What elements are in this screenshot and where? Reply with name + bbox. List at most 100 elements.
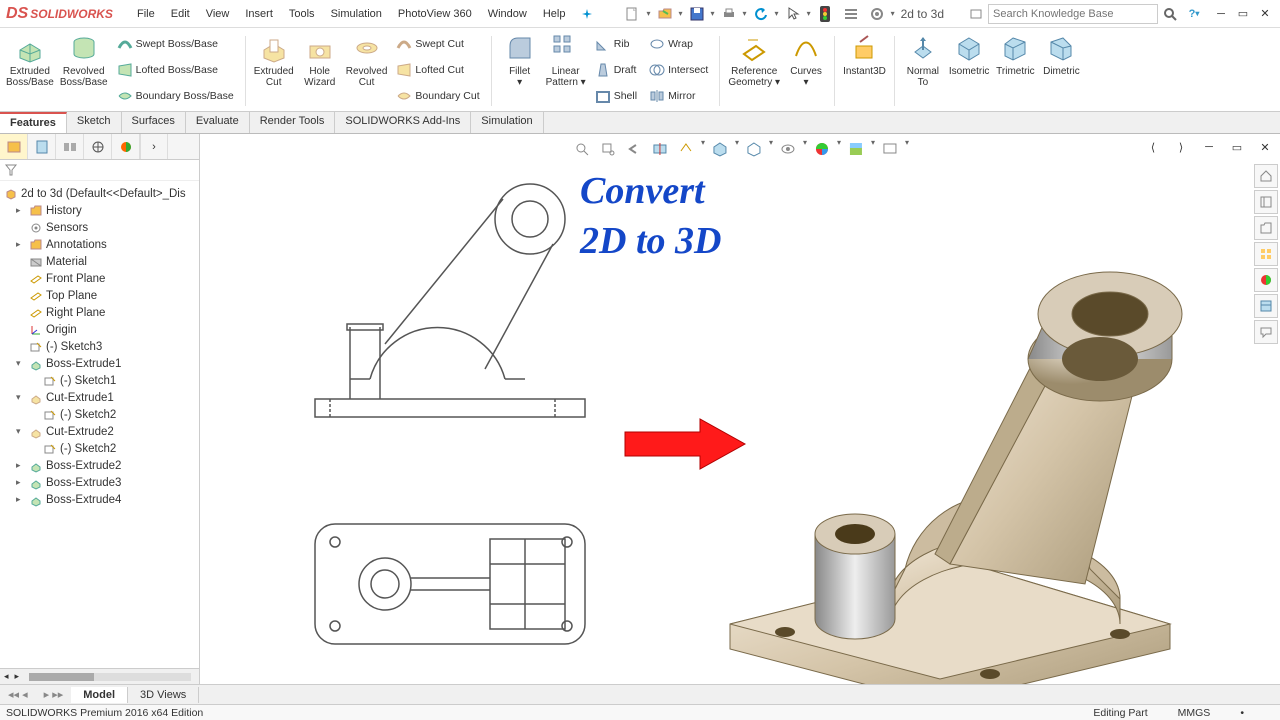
child-expand-icon[interactable]: ⟩ (1170, 136, 1192, 158)
task-library-icon[interactable] (1254, 190, 1278, 214)
save-button[interactable] (685, 3, 709, 25)
lofted-boss-button[interactable]: Lofted Boss/Base (114, 58, 237, 82)
lofted-cut-button[interactable]: Lofted Cut (393, 58, 482, 82)
tree-item[interactable]: (-) Sketch1 (2, 372, 197, 389)
status-units[interactable]: MMGS (1178, 707, 1211, 719)
edit-appearance-icon[interactable] (811, 138, 833, 160)
tree-item[interactable]: (-) Sketch3 (2, 338, 197, 355)
hole-wizard-button[interactable]: HoleWizard (300, 32, 340, 88)
tree-twisty[interactable]: ▾ (16, 426, 26, 437)
print-button[interactable] (717, 3, 741, 25)
swept-cut-button[interactable]: Swept Cut (393, 32, 482, 56)
tree-item[interactable]: ▾Cut-Extrude2 (2, 423, 197, 440)
tree-item[interactable]: Origin (2, 321, 197, 338)
filter-icon[interactable] (4, 163, 195, 177)
dynamic-annotate-icon[interactable] (675, 138, 697, 160)
instant3d-button[interactable]: Instant3D (843, 32, 886, 77)
revolved-cut-button[interactable]: RevolvedCut (346, 32, 388, 88)
menu-view[interactable]: View (199, 4, 237, 24)
doc-minimize-button[interactable]: ─ (1198, 136, 1220, 158)
window-close-button[interactable]: ✕ (1256, 5, 1274, 23)
tab-surfaces[interactable]: Surfaces (122, 112, 186, 133)
tree-item[interactable]: Sensors (2, 219, 197, 236)
tree-item[interactable]: ▾Cut-Extrude1 (2, 389, 197, 406)
dimetric-button[interactable]: Dimetric (1041, 32, 1081, 77)
search-kb-icon[interactable] (964, 3, 988, 25)
zoom-fit-icon[interactable] (571, 138, 593, 160)
menu-simulation[interactable]: Simulation (324, 4, 389, 24)
tree-twisty[interactable]: ▸ (16, 460, 26, 471)
search-go-icon[interactable] (1158, 3, 1182, 25)
task-file-explorer-icon[interactable] (1254, 216, 1278, 240)
tree-item[interactable]: ▸Annotations (2, 236, 197, 253)
trimetric-button[interactable]: Trimetric (995, 32, 1035, 77)
tree-twisty[interactable]: ▸ (16, 477, 26, 488)
curves-button[interactable]: Curves▾ (786, 32, 826, 88)
zoom-area-icon[interactable] (597, 138, 619, 160)
menu-pin-icon[interactable] (574, 4, 600, 24)
sidebar-h-scrollbar[interactable]: ◂▸ (0, 668, 199, 684)
shell-button[interactable]: Shell (592, 84, 640, 108)
extruded-cut-button[interactable]: ExtrudedCut (254, 32, 294, 88)
tree-item[interactable]: ▾Boss-Extrude1 (2, 355, 197, 372)
apply-scene-icon[interactable] (845, 138, 867, 160)
sb-tab-feature-tree[interactable] (0, 134, 28, 159)
open-button[interactable] (653, 3, 677, 25)
tab-render-tools[interactable]: Render Tools (250, 112, 336, 133)
sb-tab-dimxpert[interactable] (84, 134, 112, 159)
undo-button[interactable] (749, 3, 773, 25)
sb-tab-render[interactable] (112, 134, 140, 159)
reference-geometry-button[interactable]: ReferenceGeometry ▾ (728, 32, 780, 88)
mirror-button[interactable]: Mirror (646, 84, 711, 108)
task-home-icon[interactable] (1254, 164, 1278, 188)
tree-item[interactable]: ▸Boss-Extrude2 (2, 457, 197, 474)
normal-to-button[interactable]: NormalTo (903, 32, 943, 88)
task-appearances-icon[interactable] (1254, 268, 1278, 292)
tree-item[interactable]: (-) Sketch2 (2, 406, 197, 423)
graphics-area[interactable]: ▾ ▾ ▾ ▾ ▾ ▾ ▾ ⟨ ⟩ ─ ▭ ✕ (200, 134, 1280, 684)
section-view-icon[interactable] (649, 138, 671, 160)
menu-window[interactable]: Window (481, 4, 534, 24)
help-icon[interactable]: ? ▾ (1182, 3, 1206, 25)
tree-item[interactable]: Material (2, 253, 197, 270)
tree-item[interactable]: Top Plane (2, 287, 197, 304)
task-view-palette-icon[interactable] (1254, 242, 1278, 266)
prev-view-icon[interactable] (623, 138, 645, 160)
menu-photoview[interactable]: PhotoView 360 (391, 4, 479, 24)
sb-tab-more[interactable]: › (140, 134, 168, 159)
rib-button[interactable]: Rib (592, 32, 640, 56)
tree-item[interactable]: Right Plane (2, 304, 197, 321)
wrap-button[interactable]: Wrap (646, 32, 711, 56)
tree-twisty[interactable]: ▸ (16, 494, 26, 505)
menu-edit[interactable]: Edit (164, 4, 197, 24)
menu-help[interactable]: Help (536, 4, 573, 24)
window-restore-button[interactable]: ▭ (1234, 5, 1252, 23)
hide-show-icon[interactable] (777, 138, 799, 160)
tree-item[interactable]: (-) Sketch2 (2, 440, 197, 457)
task-forum-icon[interactable] (1254, 320, 1278, 344)
traffic-light-icon[interactable] (813, 3, 837, 25)
intersect-button[interactable]: Intersect (646, 58, 711, 82)
tab-scroll-right[interactable]: ▸ ▸▸ (36, 688, 72, 701)
tree-twisty[interactable]: ▾ (16, 358, 26, 369)
tree-twisty[interactable]: ▾ (16, 392, 26, 403)
linear-pattern-button[interactable]: LinearPattern ▾ (546, 32, 586, 88)
select-button[interactable] (781, 3, 805, 25)
boundary-boss-button[interactable]: Boundary Boss/Base (114, 84, 237, 108)
tree-item[interactable]: ▸Boss-Extrude4 (2, 491, 197, 508)
options-list-icon[interactable] (839, 3, 863, 25)
doc-restore-button[interactable]: ▭ (1226, 136, 1248, 158)
sb-tab-config[interactable] (56, 134, 84, 159)
task-custom-props-icon[interactable] (1254, 294, 1278, 318)
boundary-cut-button[interactable]: Boundary Cut (393, 84, 482, 108)
tree-twisty[interactable]: ▸ (16, 239, 26, 250)
tab-features[interactable]: Features (0, 112, 67, 133)
tree-twisty[interactable]: ▸ (16, 205, 26, 216)
tree-item[interactable]: ▸History (2, 202, 197, 219)
tree-item[interactable]: ▸Boss-Extrude3 (2, 474, 197, 491)
menu-tools[interactable]: Tools (282, 4, 322, 24)
tab-scroll-left[interactable]: ◂◂ ◂ (0, 688, 36, 701)
menu-file[interactable]: File (130, 4, 162, 24)
tab-sketch[interactable]: Sketch (67, 112, 122, 133)
swept-boss-button[interactable]: Swept Boss/Base (114, 32, 237, 56)
